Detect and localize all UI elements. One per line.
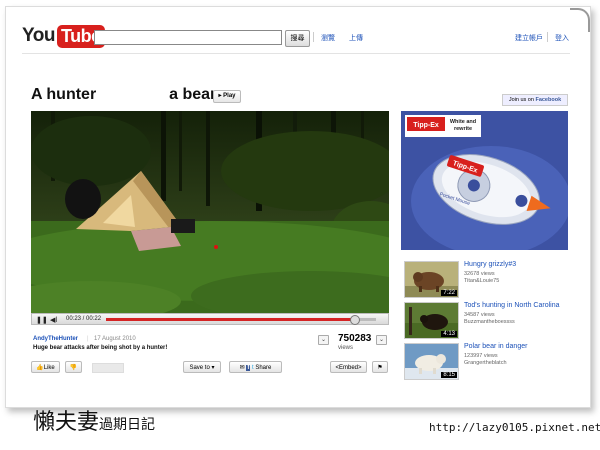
upload-date: 17 August 2010 <box>94 336 136 342</box>
progress-scrubber[interactable] <box>350 315 361 325</box>
embed-button[interactable]: <Embed> <box>330 361 367 373</box>
time-display: 00:23 / 00:22 <box>66 316 102 322</box>
ad-tagline-2: rewrite <box>454 126 472 132</box>
title-part-1: A hunter <box>31 86 97 103</box>
video-frame-forest-scene <box>31 111 389 313</box>
views-label: views <box>338 345 354 351</box>
top-bar: You Tube 搜尋 瀏覽 上傳 建立帳戶 登入 <box>22 22 582 52</box>
flag-icon: ⚑ <box>377 365 383 371</box>
play-button[interactable]: ▸ Play <box>213 90 241 103</box>
view-count: 750283 <box>338 333 372 344</box>
expand-info-button[interactable]: ⌄ <box>318 335 329 345</box>
flag-button[interactable]: ⚑ <box>372 361 388 373</box>
uploader-link[interactable]: AndyTheHunter <box>33 336 78 342</box>
rating-bar <box>92 363 124 373</box>
related-views: 34587 views <box>464 312 495 318</box>
video-title: A hunter a bear <box>31 86 216 104</box>
search-button[interactable]: 搜尋 <box>285 30 310 47</box>
video-description: Huge bear attacks after being shot by a … <box>33 345 168 351</box>
facebook-icon: f <box>246 365 251 371</box>
upload-link[interactable]: 上傳 <box>349 33 363 43</box>
title-part-2: a bear <box>169 86 217 103</box>
divider <box>547 32 548 42</box>
blog-watermark: 懶夫妻過期日記 <box>33 404 155 436</box>
related-title[interactable]: Hungry grizzly#3 <box>464 261 516 268</box>
like-button[interactable]: 👍Like <box>31 361 60 373</box>
ad-tagline-1: White and <box>450 119 476 125</box>
video-duration: 7:22 <box>441 290 457 296</box>
video-duration: 8:15 <box>441 372 457 378</box>
browse-link[interactable]: 瀏覽 <box>321 33 335 43</box>
dislike-button[interactable]: 👎 <box>65 361 82 373</box>
sign-in-link[interactable]: 登入 <box>555 33 569 43</box>
thumbs-up-icon: 👍 <box>36 365 44 371</box>
related-thumbnail[interactable]: 7:22 <box>404 261 459 298</box>
save-to-button[interactable]: Save to ▾ <box>183 361 221 373</box>
related-video[interactable]: 4:13 Tod's hunting in North Carolina 345… <box>401 302 569 339</box>
pause-icon[interactable]: ❚❚ <box>36 316 48 324</box>
blog-name-small: 過期日記 <box>99 417 156 433</box>
related-title[interactable]: Polar bear in danger <box>464 343 527 350</box>
divider: | <box>87 336 89 342</box>
ad-artwork: Tipp-Ex White and rewrite Tipp-Ex Pocket… <box>401 111 568 250</box>
related-views: 123997 views <box>464 353 498 359</box>
join-facebook-button[interactable]: Join us on Facebook <box>502 94 568 106</box>
progress-fill <box>106 318 355 321</box>
ad-brand: Tipp-Ex <box>413 122 439 129</box>
share-button[interactable]: ✉ f t Share <box>229 361 282 373</box>
related-author: Titan&Louie75 <box>464 278 500 284</box>
thumbs-down-icon: 👎 <box>69 365 78 371</box>
related-thumbnail[interactable]: 8:15 <box>404 343 459 380</box>
search-input[interactable] <box>94 30 282 45</box>
progress-bar[interactable] <box>106 318 376 321</box>
related-views: 32678 views <box>464 271 495 277</box>
blog-url: http://lazy0105.pixnet.net/ <box>429 421 600 434</box>
related-author: Grangertheblatch <box>464 360 507 366</box>
youtube-logo[interactable]: You Tube <box>22 24 105 48</box>
title-redaction <box>100 87 165 102</box>
tipp-ex-advertisement[interactable]: Tipp-Ex White and rewrite Tipp-Ex Pocket… <box>401 111 568 250</box>
related-video[interactable]: 7:22 Hungry grizzly#3 32678 views Titan&… <box>401 261 569 298</box>
related-title[interactable]: Tod's hunting in North Carolina <box>464 302 560 309</box>
video-duration: 4:13 <box>441 331 457 337</box>
twitter-icon: t <box>252 365 254 371</box>
related-video[interactable]: 8:15 Polar bear in danger 123997 views G… <box>401 343 569 380</box>
video-player[interactable] <box>31 111 389 313</box>
related-author: Buzzmantheboessss <box>464 319 515 325</box>
volume-icon[interactable]: ◀ǀ <box>50 316 57 324</box>
header-divider <box>22 53 570 54</box>
expand-stats-button[interactable]: ⌄ <box>376 335 387 345</box>
create-account-link[interactable]: 建立帳戶 <box>515 33 543 43</box>
related-thumbnail[interactable]: 4:13 <box>404 302 459 339</box>
logo-you: You <box>22 25 55 46</box>
chevron-down-icon: ▾ <box>211 365 215 371</box>
divider <box>313 32 314 42</box>
player-controls: ❚❚ ◀ǀ 00:23 / 00:22 <box>31 313 389 325</box>
blog-name-large: 懶夫妻 <box>33 410 100 435</box>
email-icon: ✉ <box>239 365 245 371</box>
